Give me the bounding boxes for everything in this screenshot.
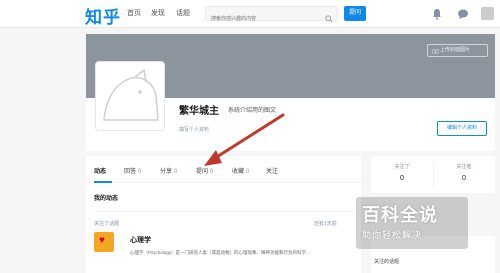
follow-stats: 关注了 0 关注者 0	[371, 156, 495, 193]
profile-main: 动态 回答 0 分享 0 提问 0 收藏 0 关注 我的动态 关注了话题 还有1天前 ♥…	[86, 156, 361, 273]
divider	[94, 211, 354, 212]
nav-discover[interactable]: 发现	[151, 8, 165, 18]
upload-cover-button[interactable]: 上传封面图片	[427, 44, 488, 57]
user-headline: 系统介绍用的图文	[228, 108, 277, 114]
search-input[interactable]	[206, 12, 316, 26]
search-box	[205, 6, 338, 26]
tab-answers[interactable]: 回答 0	[124, 166, 141, 175]
followed-topics-title[interactable]: 关注的话题	[374, 258, 399, 265]
user-name: 繁华城主	[179, 106, 219, 117]
following-count[interactable]: 关注了 0	[371, 163, 433, 182]
search-icon[interactable]	[325, 10, 333, 28]
watermark: 百科全说 助你轻松解决	[362, 201, 466, 241]
upload-cover-label: 上传封面图片	[440, 47, 471, 53]
profile-tabs: 动态 回答 0 分享 0 提问 0 收藏 0 关注	[86, 156, 361, 183]
camera-icon	[431, 48, 440, 59]
heart-icon: ♥	[99, 235, 105, 246]
nav-topics[interactable]: 话题	[176, 8, 190, 18]
followers-count[interactable]: 关注者 0	[433, 163, 495, 182]
profile-header: 上传封面图片 繁华城主 系统介绍用的图文 填写个人资料 编辑个人资料	[86, 34, 495, 151]
bell-icon[interactable]	[432, 7, 442, 25]
top-nav-bar: 知乎 首页 发现 话题 提问	[0, 0, 500, 28]
watermark-subtitle: 助你轻松解决	[362, 230, 423, 240]
tab-shares[interactable]: 分享 0	[160, 166, 177, 175]
ask-question-button[interactable]: 提问	[344, 6, 366, 21]
profile-avatar[interactable]	[96, 62, 164, 130]
feed-item-meta: 关注了话题	[94, 221, 120, 227]
zhihu-logo[interactable]: 知乎	[85, 3, 121, 28]
edit-profile-button[interactable]: 编辑个人资料	[437, 121, 487, 136]
tab-collections[interactable]: 收藏 0	[232, 166, 249, 175]
default-avatar-icon	[98, 64, 162, 128]
active-tab-indicator	[94, 181, 112, 183]
fill-profile-link[interactable]: 填写个人资料	[179, 126, 209, 133]
topic-icon[interactable]: ♥	[94, 232, 114, 252]
topic-description: 心理学（Psychology）是一门研究人类（或是动物）的心理现象、精神功能和行…	[130, 250, 310, 255]
tab-questions[interactable]: 提问 0	[196, 166, 213, 175]
feed-item-time: 还有1天前	[314, 221, 337, 227]
message-icon[interactable]	[457, 7, 469, 25]
tab-following[interactable]: 关注	[266, 166, 278, 175]
watermark-title: 百科全说	[362, 205, 438, 225]
section-title: 我的动态	[94, 196, 119, 202]
tab-activity[interactable]: 动态	[94, 166, 106, 175]
user-avatar[interactable]	[481, 7, 494, 20]
nav-home[interactable]: 首页	[127, 8, 141, 18]
topic-title[interactable]: 心理学	[130, 235, 151, 245]
